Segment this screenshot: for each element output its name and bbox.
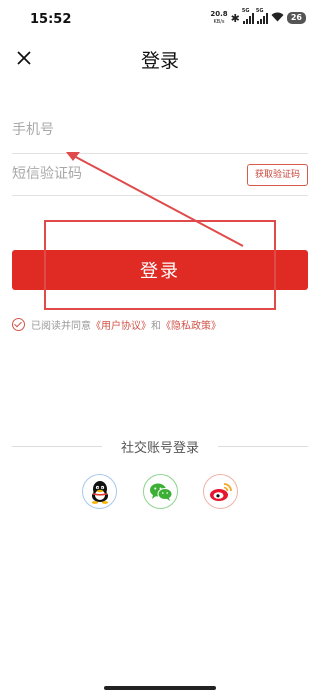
signal-icon: 5G [256, 8, 268, 24]
phone-field [12, 112, 308, 154]
battery-icon: 26 [286, 12, 306, 24]
social-login-header: 社交账号登录 [12, 437, 308, 456]
status-indicators: 20.8 KB/s ✱ 5G 5G 26 [210, 8, 306, 26]
wifi-icon [271, 12, 284, 25]
agreement-row: 已阅读并同意 《用户协议》 和 《隐私政策》 [12, 317, 221, 332]
weibo-icon[interactable] [203, 474, 238, 509]
social-login-icons [0, 474, 320, 510]
page-title: 登录 [140, 50, 179, 72]
network-speed-unit: KB/s [213, 19, 225, 25]
bluetooth-icon: ✱ [230, 11, 240, 25]
agreement-prefix: 已阅读并同意 [31, 321, 91, 332]
sms-code-input[interactable] [12, 156, 232, 192]
status-time: 15:52 [30, 12, 72, 27]
annotation-overlay [44, 152, 276, 310]
qq-icon[interactable] [82, 474, 117, 509]
divider [218, 446, 308, 447]
agreement-checkbox[interactable] [12, 318, 25, 331]
wechat-icon[interactable] [143, 474, 178, 509]
signal-label: 5G [241, 7, 250, 14]
network-speed: 20.8 KB/s [210, 10, 227, 26]
status-bar: 15:52 20.8 KB/s ✱ 5G 5G 26 [0, 0, 320, 40]
user-agreement-link[interactable]: 《用户协议》 [91, 317, 151, 332]
home-indicator[interactable] [104, 686, 216, 690]
network-speed-value: 20.8 [210, 10, 228, 18]
signal-label: 5G [255, 7, 264, 14]
get-code-button[interactable]: 获取验证码 [246, 164, 308, 186]
signal-icon: 5G [242, 8, 254, 24]
login-button[interactable]: 登录 [12, 250, 308, 290]
agreement-and: 和 [151, 321, 161, 332]
privacy-policy-link[interactable]: 《隐私政策》 [161, 317, 221, 332]
phone-input[interactable] [12, 112, 232, 148]
app-header: 登录 [0, 40, 320, 78]
sms-code-field: 获取验证码 [12, 156, 308, 196]
